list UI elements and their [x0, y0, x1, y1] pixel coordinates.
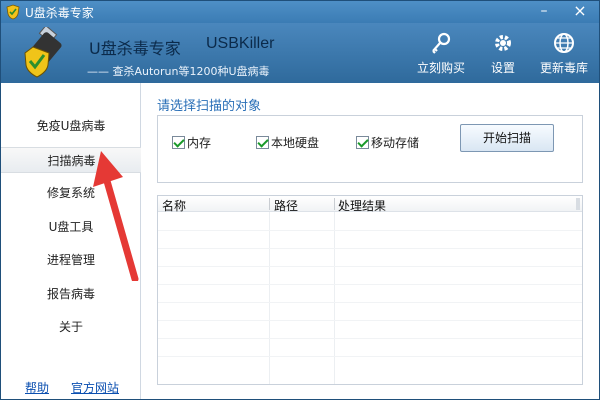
grid-line: [158, 230, 582, 231]
memory-checkbox[interactable]: 内存: [172, 134, 211, 150]
sidebar-item-immunize[interactable]: 免疫U盘病毒: [1, 113, 141, 139]
grid-line: [158, 356, 582, 357]
settings-label: 设置: [490, 61, 515, 75]
checkbox-checked-icon[interactable]: [172, 135, 185, 149]
app-window: U盘杀毒专家 – × U盘杀毒专家 USBKiller —— 查杀Autorun…: [0, 0, 600, 400]
grid-line: [158, 302, 582, 303]
grid-line: [334, 212, 335, 384]
app-header: U盘杀毒专家 USBKiller —— 查杀Autorun等1200种U盘病毒 …: [1, 23, 599, 83]
grid-line: [158, 338, 582, 339]
removable-storage-checkbox[interactable]: 移动存储: [356, 134, 419, 150]
sidebar-links: 帮助 官方网站: [1, 379, 141, 397]
gear-icon: [495, 35, 511, 51]
grid-line: [269, 212, 270, 384]
update-virus-db-label: 更新毒库: [539, 61, 588, 75]
sidebar-item-report[interactable]: 报告病毒: [1, 281, 141, 307]
start-scan-button[interactable]: 开始扫描: [460, 124, 554, 152]
grid-line: [158, 266, 582, 267]
buy-now-label: 立刻购买: [416, 61, 465, 75]
red-arrow-annotation-icon: [93, 151, 139, 281]
results-table-header: 名称 路径 处理结果: [158, 196, 582, 214]
close-icon[interactable]: ×: [565, 1, 595, 21]
results-table[interactable]: 名称 路径 处理结果: [157, 195, 583, 385]
key-icon: [432, 32, 451, 54]
column-divider[interactable]: [269, 198, 270, 210]
header-scroll-indicator: [576, 198, 580, 210]
memory-label: 内存: [187, 135, 212, 150]
app-subtitle: —— 查杀Autorun等1200种U盘病毒: [87, 65, 270, 78]
settings-button[interactable]: 设置: [473, 31, 533, 81]
column-divider[interactable]: [334, 198, 335, 210]
app-name-english: USBKiller: [206, 35, 275, 52]
grid-line: [158, 284, 582, 285]
checkbox-checked-icon[interactable]: [356, 135, 369, 149]
grid-line: [158, 248, 582, 249]
help-link[interactable]: 帮助: [25, 379, 49, 396]
app-name: U盘杀毒专家: [89, 39, 181, 58]
shield-app-icon: [6, 4, 20, 20]
scan-target-title: 请选择扫描的对象: [157, 99, 262, 114]
minimize-icon[interactable]: –: [529, 1, 559, 21]
update-virus-db-button[interactable]: 更新毒库: [534, 31, 594, 81]
checkbox-checked-icon[interactable]: [256, 135, 269, 149]
column-header-result[interactable]: 处理结果: [338, 197, 386, 214]
column-header-name[interactable]: 名称: [162, 197, 186, 214]
title-bar[interactable]: U盘杀毒专家 – ×: [1, 1, 599, 23]
column-header-path[interactable]: 路径: [274, 197, 298, 214]
window-title: U盘杀毒专家: [25, 6, 94, 20]
removable-storage-label: 移动存储: [371, 135, 420, 150]
scan-panel: 请选择扫描的对象 内存 本地硬盘 移动存储 开始扫描 名称 路径 处理结果: [141, 83, 599, 399]
buy-now-button[interactable]: 立刻购买: [411, 31, 471, 81]
official-site-link[interactable]: 官方网站: [71, 379, 119, 396]
usb-shield-logo-icon: [24, 27, 62, 78]
scan-options-box: 内存 本地硬盘 移动存储 开始扫描: [157, 115, 583, 183]
local-disk-label: 本地硬盘: [271, 135, 320, 150]
grid-line: [158, 320, 582, 321]
local-disk-checkbox[interactable]: 本地硬盘: [256, 134, 319, 150]
globe-icon: [554, 33, 574, 53]
sidebar-item-about[interactable]: 关于: [1, 314, 141, 340]
